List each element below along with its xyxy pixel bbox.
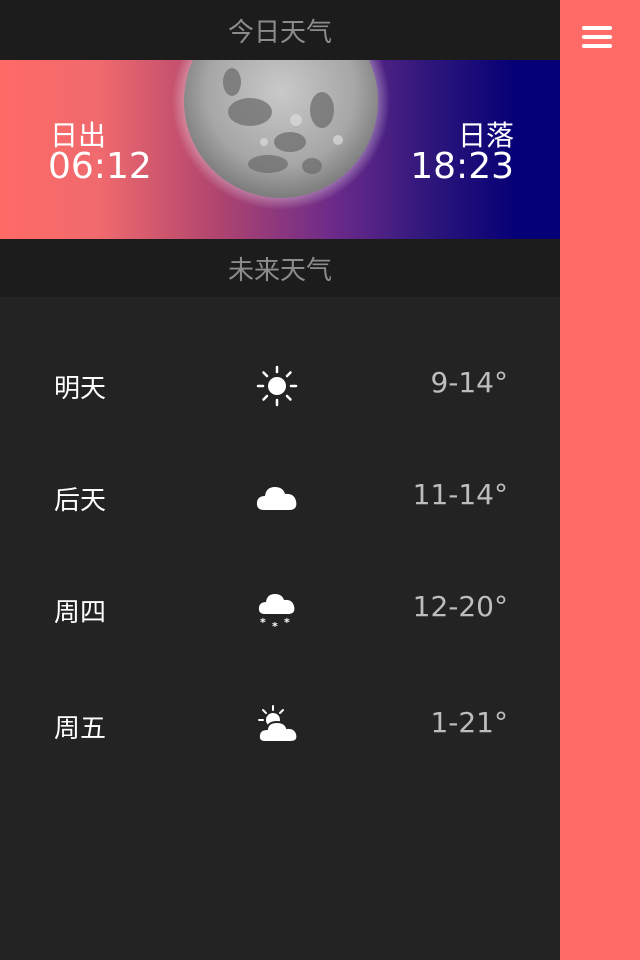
sun-icon	[256, 365, 298, 407]
forecast-day: 明天	[54, 374, 107, 404]
menu-bar	[582, 44, 612, 48]
menu-button[interactable]	[580, 24, 616, 52]
svg-text:*: *	[284, 616, 290, 629]
forecast-temp: 1-21°	[430, 706, 508, 739]
sunrise-time: 06:12	[48, 146, 152, 187]
svg-text:*: *	[260, 616, 266, 629]
forecast-temp: 9-14°	[430, 366, 508, 399]
forecast-day: 周四	[54, 598, 107, 628]
sunset-time: 18:23	[410, 146, 514, 187]
forecast-temp: 12-20°	[412, 590, 508, 623]
today-weather-title: 今日天气	[227, 17, 332, 48]
sun-times-banner: 日出 06:12 日落 18:23	[0, 60, 560, 239]
side-menu-panel	[560, 0, 640, 960]
forecast-day: 周五	[54, 714, 107, 744]
svg-text:*: *	[272, 620, 278, 632]
today-weather-header: 今日天气	[0, 0, 560, 60]
forecast-temp: 11-14°	[412, 478, 508, 511]
partly-cloudy-icon	[257, 705, 299, 743]
menu-bar	[582, 35, 612, 39]
forecast-row: 周五 1-21°	[0, 696, 560, 756]
menu-bar	[582, 26, 612, 30]
cloud-icon	[256, 487, 297, 510]
snow-icon: * * *	[258, 594, 295, 632]
forecast-row: 明天 9-14°	[0, 356, 560, 416]
forecast-day: 后天	[54, 486, 107, 516]
future-weather-title: 未来天气	[227, 255, 332, 286]
moon-image	[172, 60, 390, 210]
forecast-row: 后天 11-14°	[0, 468, 560, 528]
main-panel: 今日天气 日出 06:12 日落 18:23 未来天气 明天 9-14° 后天 …	[0, 0, 560, 960]
future-weather-header: 未来天气	[0, 239, 560, 297]
forecast-row: 周四 * * * 12-20°	[0, 580, 560, 640]
